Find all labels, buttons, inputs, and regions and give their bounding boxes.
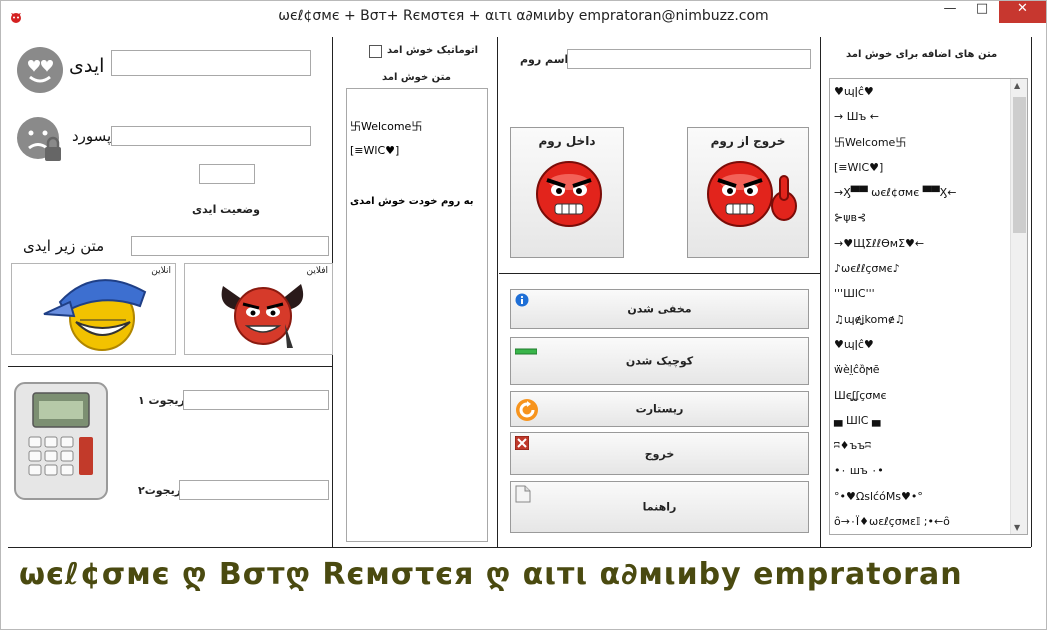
angry-pointing-smiley-icon xyxy=(707,161,797,227)
title-bar[interactable]: ωєℓ¢σмє + Bσт+ Rємστєя + αιтι α∂мιиby em… xyxy=(1,1,1046,32)
under-id-input[interactable] xyxy=(131,236,329,256)
app-window: ωєℓ¢σмє + Bσт+ Rємστєя + αιтι α∂мιиby em… xyxy=(0,0,1047,630)
divider xyxy=(499,273,820,274)
window-title: ωєℓ¢σмє + Bσт+ Rємστєя + αιтι α∂мιиby em… xyxy=(278,8,769,24)
list-items: ♥ɰǀĉ♥ → Шъ ← 卐Welcome卐 [≡WlC♥] →Ӽ▀▀ ωєℓ¢σмє … xyxy=(830,79,1027,534)
lock-smiley-icon xyxy=(17,117,61,161)
minimize-button[interactable]: — xyxy=(935,1,965,23)
restart-button[interactable]: ریستارت xyxy=(510,391,809,427)
status-label: وضعیت ایدی xyxy=(192,203,260,216)
auto-welcome-checkbox[interactable] xyxy=(369,45,382,58)
list-item[interactable]: ȏ→٠Ϊ♦ωεℓçσмε𝕀 ;•←ȏ xyxy=(830,509,1027,534)
minimize-label: کوچیک شدن xyxy=(625,354,694,368)
cool-smiley-icon xyxy=(43,279,147,351)
room-name-input[interactable] xyxy=(567,49,811,69)
welcome-text-label: متن خوش امد xyxy=(382,72,451,83)
list-item[interactable]: →Ӽ▀▀ ωєℓ¢σмє ▀▀Ӽ← xyxy=(830,180,1027,205)
welcome-line: به روم خودت خوش امدی xyxy=(350,196,474,207)
restart-label: ریستارت xyxy=(635,402,684,416)
online-avatar-box[interactable]: انلاین xyxy=(11,263,176,355)
under-id-label: متن زیر ایدی xyxy=(23,237,105,255)
exit-room-label: خروج از روم xyxy=(710,134,786,148)
help-label: راهنما xyxy=(642,500,677,514)
list-item[interactable]: ♥ɰǀĉ♥ xyxy=(830,332,1027,357)
devil-smiley-icon xyxy=(221,284,304,348)
ref1-label: ریجوت ۱ xyxy=(138,394,185,407)
list-item[interactable]: ⊱ψв⊰ xyxy=(830,205,1027,230)
list-item[interactable]: ẅèl̤ĉȍϻē xyxy=(830,357,1027,382)
divider xyxy=(820,37,821,547)
password-label: پسورد xyxy=(72,127,112,145)
extra-texts-label: متن های اضافه برای خوش امد xyxy=(846,49,998,60)
hide-button[interactable]: مخفی شدن xyxy=(510,289,809,329)
enter-room-button[interactable]: داخل روم xyxy=(510,127,624,258)
help-button[interactable]: راهنما xyxy=(510,481,809,533)
welcome-text-area[interactable]: 卐Welcome卐 [≡WlC♥] به روم خودت خوش امدی xyxy=(346,88,488,542)
exit-button[interactable]: خروج xyxy=(510,432,809,475)
scroll-up-icon[interactable]: ▲ xyxy=(1014,81,1020,90)
scroll-thumb[interactable] xyxy=(1013,97,1026,233)
divider xyxy=(497,37,498,547)
id-label: ایدی xyxy=(69,55,105,77)
angry-smiley-icon xyxy=(536,161,602,227)
list-item[interactable]: ▄ ШlC ▄ xyxy=(830,408,1027,433)
exit-label: خروج xyxy=(644,447,675,460)
list-item[interactable]: → Шъ ← xyxy=(830,104,1027,129)
offline-avatar-box[interactable]: افلاین xyxy=(184,263,333,355)
maximize-button[interactable]: □ xyxy=(967,1,997,23)
list-item[interactable]: →♥ЩΣℓℓϴмΣ♥← xyxy=(830,231,1027,256)
minimize-bot-button[interactable]: کوچیک شدن xyxy=(510,337,809,385)
list-item[interactable]: [≡WlC♥] xyxy=(830,155,1027,180)
id-input[interactable] xyxy=(111,50,311,76)
list-scrollbar[interactable]: ▲ ▼ xyxy=(1010,79,1027,534)
list-item[interactable]: ♪ωєℓℓçσмє♪ xyxy=(830,256,1027,281)
exit-room-button[interactable]: خروج از روم xyxy=(687,127,809,258)
list-item[interactable]: ʭ♦ъъʭ xyxy=(830,433,1027,458)
hide-label: مخفی شدن xyxy=(627,302,692,316)
list-item[interactable]: ♫ɰɇʝkomɇ♫ xyxy=(830,307,1027,332)
password-input[interactable] xyxy=(111,126,311,146)
love-smiley-icon xyxy=(17,47,63,93)
close-button[interactable]: ✕ xyxy=(999,1,1046,23)
list-item[interactable]: ♥ɰǀĉ♥ xyxy=(830,79,1027,104)
calculator-icon xyxy=(14,382,108,500)
ref1-input[interactable] xyxy=(183,390,329,410)
enter-room-label: داخل روم xyxy=(538,134,596,148)
list-item[interactable]: '''ШlC''' xyxy=(830,281,1027,306)
scroll-down-icon[interactable]: ▼ xyxy=(1014,523,1020,532)
room-name-label: اسم روم xyxy=(520,53,569,66)
list-item[interactable]: •٠ шъ ٠• xyxy=(830,458,1027,483)
footer-banner: ωєℓ¢σмє ღ Bσтღ Rємστєя ღ αιтι α∂мιиby em… xyxy=(19,557,963,592)
divider xyxy=(8,366,332,367)
list-item[interactable]: 卐Welcome卐 xyxy=(830,130,1027,155)
ref2-label: ریجوت۲ xyxy=(138,484,182,497)
ref2-input[interactable] xyxy=(179,480,329,500)
list-item[interactable]: Шєʆʆçσмє xyxy=(830,383,1027,408)
extra-texts-list[interactable]: ♥ɰǀĉ♥ → Шъ ← 卐Welcome卐 [≡WlC♥] →Ӽ▀▀ ωєℓ¢σмє … xyxy=(829,78,1028,535)
status-field[interactable] xyxy=(199,164,255,184)
divider xyxy=(8,547,1031,548)
divider xyxy=(1031,37,1032,547)
auto-welcome-label: اتوماتیک خوش امد xyxy=(387,45,479,56)
welcome-line: 卐Welcome卐 xyxy=(350,120,423,133)
welcome-line: [≡WlC♥] xyxy=(350,144,400,157)
list-item[interactable]: °•♥ΩslćóMs♥•° xyxy=(830,484,1027,509)
